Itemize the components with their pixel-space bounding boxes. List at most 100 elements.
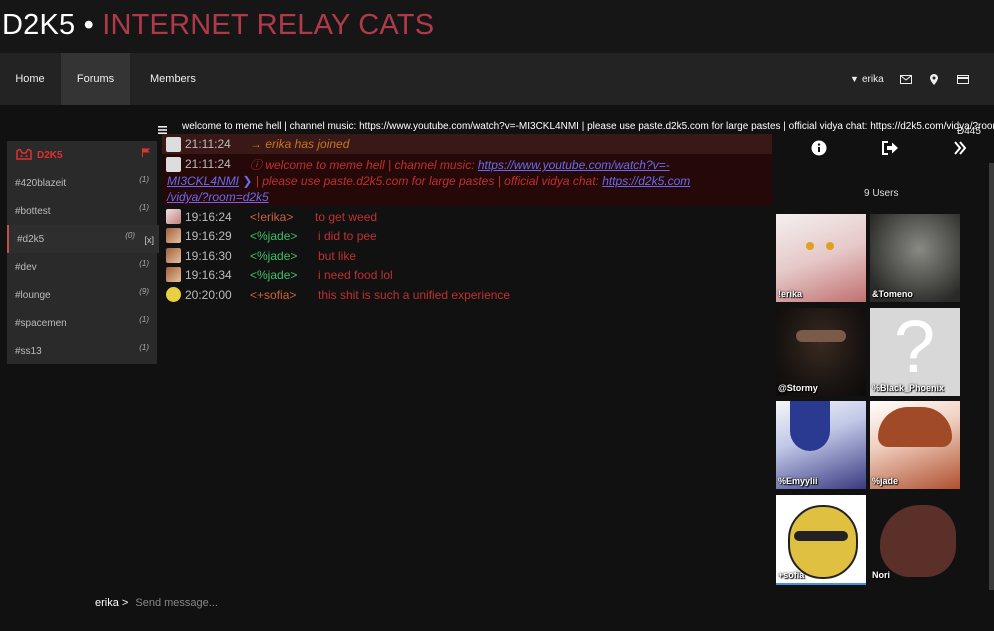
message-text: but like xyxy=(318,249,357,263)
join-text: → erika has joined xyxy=(250,137,350,151)
channel-name: D2K5 xyxy=(37,150,63,161)
message-timestamp: 19:16:29 xyxy=(185,229,232,243)
channel-name: #dev xyxy=(15,262,37,273)
topic-link-vidya[interactable]: https://d2k5.com xyxy=(602,174,690,188)
card-icon xyxy=(957,73,969,85)
chat-message: 20:20:00 <+sofia> this shit is such a un… xyxy=(162,285,772,305)
channel-user-count: (1) xyxy=(139,175,149,184)
message-timestamp: 19:16:30 xyxy=(185,249,232,263)
channel-item-d2k5[interactable]: #d2k5 (0) [x] xyxy=(7,225,159,253)
channel-user-count: (1) xyxy=(139,343,149,352)
message-input[interactable] xyxy=(135,597,736,609)
leave-channel-icon[interactable] xyxy=(882,141,899,160)
user-menu[interactable]: ▼ erika xyxy=(850,53,884,105)
message-input-bar: erika > xyxy=(95,597,736,609)
user-name: !erika xyxy=(778,289,803,299)
input-prompt: erika > xyxy=(95,597,129,609)
chat-message: 19:16:34 <%jade> i need food lol xyxy=(162,266,772,285)
collapse-panel-icon[interactable] xyxy=(954,141,967,160)
channel-item-dev[interactable]: #dev (1) xyxy=(7,253,157,281)
message-text: to get weed xyxy=(315,210,378,224)
nav-home[interactable]: Home xyxy=(0,53,60,105)
channel-item-420blazeit[interactable]: #420blazeit (1) xyxy=(7,169,157,197)
user-tile-jade[interactable]: %jade xyxy=(870,401,960,489)
message-text: i need food lol xyxy=(318,268,393,282)
channel-name: #bottest xyxy=(15,206,51,217)
message-timestamp: 21:11:24 xyxy=(185,137,231,151)
channel-user-count: (1) xyxy=(139,203,149,212)
topic-link-vidya-cont[interactable]: /vidya/?room=d2k5 xyxy=(167,190,269,204)
topic-link-youtube-cont[interactable]: MI3CKL4NMI xyxy=(167,174,239,188)
channel-name: #lounge xyxy=(15,290,51,301)
user-tile-tomeno[interactable]: &Tomeno xyxy=(870,214,960,302)
message-nick[interactable]: <%jade> xyxy=(250,268,297,282)
user-tile-nori[interactable]: Nori xyxy=(870,495,960,583)
channel-item-bottest[interactable]: #bottest (1) xyxy=(7,197,157,225)
topic-middle: | please use paste.d2k5.com for large pa… xyxy=(252,174,603,188)
channel-item-ss13[interactable]: #ss13 (1) xyxy=(7,337,157,365)
nav-forums[interactable]: Forums xyxy=(61,53,130,105)
avatar xyxy=(166,248,181,263)
user-name: @Stormy xyxy=(778,383,818,393)
message-nick[interactable]: <%jade> xyxy=(250,229,297,243)
message-timestamp: 19:16:34 xyxy=(185,268,232,282)
nav-members[interactable]: Members xyxy=(150,53,210,135)
nav-bar: Home Forums Members ▼ erika Ð445 xyxy=(0,53,994,137)
channel-user-count: (0) xyxy=(125,231,135,240)
info-icon[interactable] xyxy=(811,140,827,161)
user-panel: 9 Users !erika &Tomeno @Stormy ? %Black_… xyxy=(776,135,994,590)
channel-user-count: (1) xyxy=(139,259,149,268)
mail-icon[interactable] xyxy=(900,53,912,105)
channel-list: D2K5 #420blazeit (1) #bottest (1) #d2k5 … xyxy=(7,141,159,365)
user-name: Nori xyxy=(872,570,890,580)
user-panel-scrollbar[interactable] xyxy=(989,163,994,590)
avatar xyxy=(166,267,181,282)
user-tile-erika[interactable]: !erika xyxy=(776,214,866,302)
topic-prefix: ⓘ welcome to meme hell | channel music: xyxy=(250,158,478,172)
user-name: &Tomeno xyxy=(872,289,913,299)
topic-link-youtube[interactable]: https://www.youtube.com/watch?v=- xyxy=(478,158,670,172)
channel-name: #ss13 xyxy=(15,346,42,357)
join-message: 21:11:24 → erika has joined xyxy=(162,134,772,154)
avatar xyxy=(166,137,181,152)
avatar xyxy=(166,228,181,243)
chevron-down-icon: ▼ xyxy=(850,74,859,84)
topic-message: 21:11:24 ⓘ welcome to meme hell | channe… xyxy=(162,154,772,206)
message-nick[interactable]: <%jade> xyxy=(250,249,297,263)
user-count: 9 Users xyxy=(864,188,899,199)
avatar xyxy=(166,209,181,224)
flag-icon xyxy=(142,148,150,160)
user-name: %Emyylii xyxy=(778,476,818,486)
location-pin-icon[interactable] xyxy=(930,53,938,105)
title-separator: • xyxy=(83,9,94,41)
site-name: D2K5 xyxy=(2,9,76,41)
message-text: i did to pee xyxy=(318,229,377,243)
user-tile-stormy[interactable]: @Stormy xyxy=(776,308,866,396)
chat-message: 19:16:30 <%jade> but like xyxy=(162,246,772,266)
message-timestamp: 20:20:00 xyxy=(185,288,232,302)
message-text: this shit is such a unified experience xyxy=(318,288,511,302)
channel-item-lounge[interactable]: #lounge (9) xyxy=(7,281,157,309)
expand-chevron-icon[interactable]: ❯ xyxy=(242,174,252,188)
message-timestamp: 19:16:24 xyxy=(185,210,232,224)
site-tagline: INTERNET RELAY CATS xyxy=(102,9,435,41)
currency-indicator[interactable]: Ð445 xyxy=(957,53,994,137)
site-title[interactable]: D2K5 • INTERNET RELAY CATS xyxy=(2,9,434,42)
user-name: erika xyxy=(861,74,884,85)
user-tile-sofia[interactable]: +sofia xyxy=(776,495,866,585)
channel-item-d2k5-server[interactable]: D2K5 xyxy=(7,141,157,169)
user-tile-emyylii[interactable]: %Emyylii xyxy=(776,401,866,489)
user-name: %Black_Phoenix xyxy=(872,383,945,393)
site-header: D2K5 • INTERNET RELAY CATS xyxy=(0,0,994,53)
channel-user-count: (1) xyxy=(139,315,149,324)
user-tile-black-phoenix[interactable]: ? %Black_Phoenix xyxy=(870,308,960,396)
channel-name: #d2k5 xyxy=(17,234,45,245)
nav-members-label: Members xyxy=(150,73,196,85)
channel-user-count: (9) xyxy=(139,287,149,296)
chat-message: 19:16:24 <!erika> to get weed xyxy=(162,208,772,227)
channel-item-spacemen[interactable]: #spacemen (1) xyxy=(7,309,157,337)
message-nick[interactable]: <+sofia> xyxy=(250,288,296,302)
message-nick[interactable]: <!erika> xyxy=(250,210,293,224)
close-channel-button[interactable]: [x] xyxy=(144,235,154,245)
chat-message: 19:16:29 <%jade> i did to pee xyxy=(162,227,772,246)
